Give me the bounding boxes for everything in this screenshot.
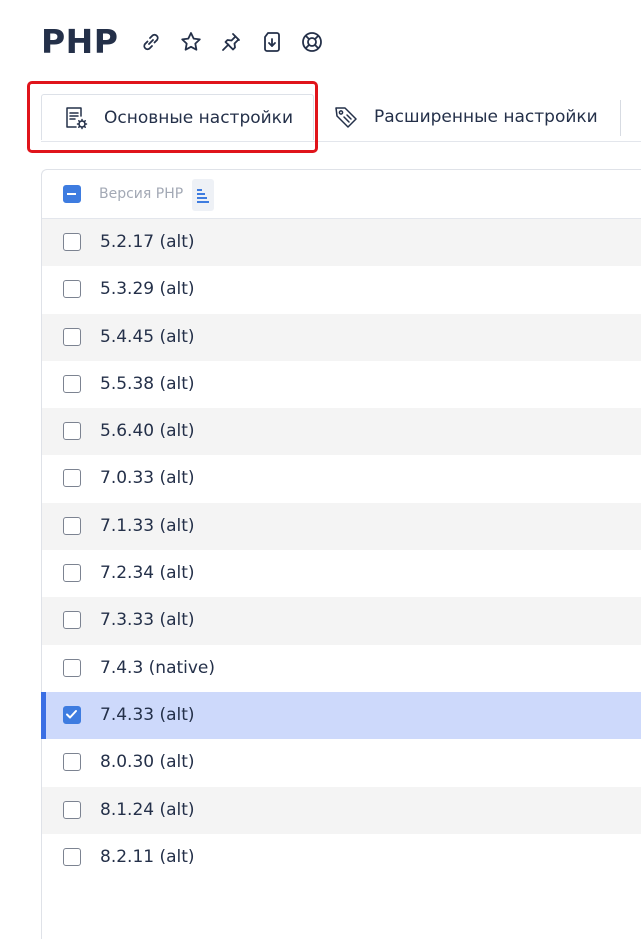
php-version-cell: 5.6.40 (alt) <box>100 421 195 442</box>
advanced-settings-button[interactable]: Расширенные настройки <box>332 94 622 140</box>
toolbar-separator <box>620 100 621 136</box>
checkmark-icon <box>66 709 77 719</box>
table-row[interactable]: 7.1.33 (alt) <box>42 502 641 551</box>
row-checkbox[interactable] <box>63 847 81 866</box>
help-lifebuoy-icon[interactable] <box>300 30 324 54</box>
row-checkbox[interactable] <box>63 564 81 583</box>
table-body: 5.2.17 (alt) 5.3.29 (alt) 5.4.45 (alt) 5.5.… <box>41 219 641 881</box>
table-row[interactable]: 5.2.17 (alt) <box>42 219 641 267</box>
table-row[interactable]: 5.4.45 (alt) <box>42 313 641 361</box>
table-row[interactable]: 7.4.33 (alt) <box>41 691 641 740</box>
table-row[interactable]: 7.3.33 (alt) <box>42 597 641 645</box>
php-version-cell: 5.4.45 (alt) <box>100 326 195 347</box>
row-checkbox[interactable] <box>63 280 81 299</box>
row-checkbox[interactable] <box>63 705 81 724</box>
table-row[interactable]: 7.2.34 (alt) <box>42 550 641 597</box>
row-checkbox[interactable] <box>63 800 81 819</box>
row-checkbox[interactable] <box>63 516 81 535</box>
table-row[interactable]: 7.0.33 (alt) <box>42 455 641 502</box>
php-version-cell: 7.3.33 (alt) <box>100 610 195 631</box>
php-version-cell: 7.0.33 (alt) <box>100 468 195 489</box>
table-row[interactable]: 7.4.3 (native) <box>42 645 641 692</box>
row-checkbox[interactable] <box>63 753 81 772</box>
table-row[interactable]: 5.6.40 (alt) <box>42 408 641 456</box>
php-version-cell: 7.1.33 (alt) <box>100 515 195 536</box>
star-icon[interactable] <box>179 30 203 54</box>
row-checkbox[interactable] <box>63 374 81 393</box>
column-header-php-version[interactable]: Версия PHP <box>99 186 183 202</box>
highlight-frame <box>27 81 318 153</box>
php-version-cell: 8.1.24 (alt) <box>100 799 195 820</box>
row-checkbox[interactable] <box>63 469 81 488</box>
tag-icon <box>335 107 357 128</box>
row-checkbox[interactable] <box>63 422 81 441</box>
pin-icon[interactable] <box>219 30 243 54</box>
row-checkbox[interactable] <box>63 233 81 251</box>
table-row[interactable]: 5.3.29 (alt) <box>42 266 641 313</box>
table-row[interactable]: 8.0.30 (alt) <box>42 739 641 786</box>
row-checkbox[interactable] <box>63 658 81 677</box>
table-header: Версия PHP <box>42 170 641 219</box>
php-version-cell: 5.3.29 (alt) <box>100 279 195 300</box>
php-version-cell: 7.4.33 (alt) <box>100 704 195 725</box>
php-version-cell: 8.2.11 (alt) <box>100 846 195 867</box>
table-row[interactable]: 8.2.11 (alt) <box>42 834 641 881</box>
table-row[interactable]: 5.5.38 (alt) <box>42 361 641 408</box>
php-version-cell: 7.2.34 (alt) <box>100 563 195 584</box>
page-title: PHP <box>41 22 119 61</box>
php-version-cell: 5.2.17 (alt) <box>100 232 195 252</box>
php-version-cell: 7.4.3 (native) <box>100 657 216 678</box>
row-checkbox[interactable] <box>63 611 81 630</box>
sort-icon[interactable] <box>192 179 214 211</box>
link-icon[interactable] <box>139 30 163 54</box>
php-version-cell: 5.5.38 (alt) <box>100 373 195 394</box>
select-all-checkbox[interactable] <box>63 185 81 203</box>
advanced-settings-label: Расширенные настройки <box>374 107 598 127</box>
php-version-cell: 8.0.30 (alt) <box>100 752 195 773</box>
row-checkbox[interactable] <box>63 327 81 346</box>
table-row[interactable]: 8.1.24 (alt) <box>42 786 641 834</box>
php-versions-table: Версия PHP 5.2.17 (alt) 5.3.29 (alt) 5.4.4… <box>41 169 641 939</box>
download-doc-icon[interactable] <box>260 30 284 54</box>
